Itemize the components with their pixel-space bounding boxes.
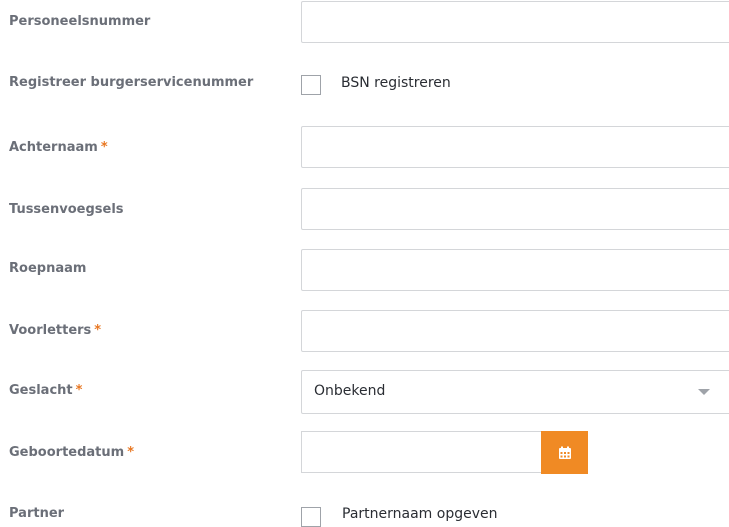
required-mark: * [127, 445, 135, 460]
label-personeelsnummer: Personeelsnummer [9, 14, 151, 29]
calendar-button[interactable] [541, 431, 588, 474]
geslacht-label-text: Geslacht [9, 383, 73, 398]
tussenvoegsels-input[interactable] [301, 188, 729, 230]
label-achternaam: Achternaam * [9, 140, 108, 155]
label-partner: Partner [9, 506, 65, 521]
label-geslacht: Geslacht * [9, 383, 82, 398]
chevron-down-icon [698, 389, 710, 395]
label-tussenvoegsels: Tussenvoegsels [9, 202, 124, 217]
bsn-checkbox[interactable] [301, 75, 321, 95]
voorletters-label-text: Voorletters [9, 323, 92, 338]
personeelsnummer-input[interactable] [301, 1, 729, 43]
roepnaam-input[interactable] [301, 249, 729, 291]
bsn-checkbox-label[interactable]: BSN registreren [341, 75, 451, 91]
achternaam-label-text: Achternaam [9, 140, 98, 155]
geslacht-select[interactable]: Onbekend [301, 370, 729, 414]
partner-checkbox-label[interactable]: Partnernaam opgeven [342, 506, 497, 522]
label-voorletters: Voorletters * [9, 323, 101, 338]
required-mark: * [75, 383, 83, 398]
required-mark: * [94, 323, 102, 338]
geboortedatum-label-text: Geboortedatum [9, 445, 125, 460]
partner-checkbox[interactable] [301, 507, 321, 527]
label-bsn: Registreer burgerservicenummer [9, 75, 254, 90]
voorletters-input[interactable] [301, 310, 729, 352]
geboortedatum-input[interactable] [301, 431, 541, 473]
required-mark: * [100, 140, 108, 155]
calendar-icon [558, 446, 571, 459]
label-roepnaam: Roepnaam [9, 261, 87, 276]
label-geboortedatum: Geboortedatum * [9, 445, 134, 460]
achternaam-input[interactable] [301, 126, 729, 168]
geslacht-selected-value: Onbekend [314, 383, 386, 399]
